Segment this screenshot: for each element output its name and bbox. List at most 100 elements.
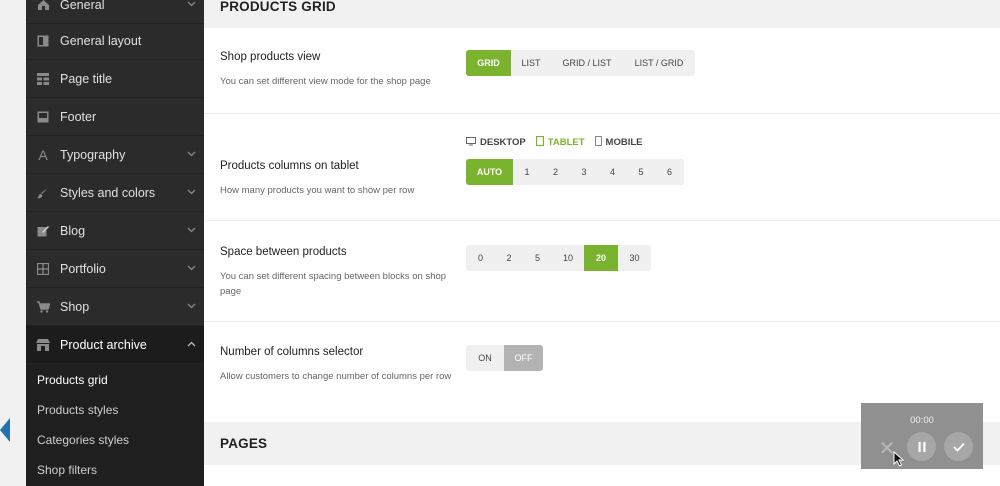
spacing-20-button[interactable]: 20 bbox=[584, 245, 618, 271]
option-title-columns-tablet: Products columns on tablet bbox=[220, 160, 359, 172]
sidebar-item-footer[interactable]: Footer bbox=[26, 98, 204, 136]
section-title: PRODUCTS GRID bbox=[220, 0, 336, 14]
spacing-30-button[interactable]: 30 bbox=[618, 245, 651, 271]
brush-icon bbox=[26, 187, 60, 199]
chevron-down-icon bbox=[178, 225, 204, 236]
option-desc-spacing: You can set different spacing between bl… bbox=[220, 271, 447, 297]
columns-1-button[interactable]: 1 bbox=[513, 159, 541, 185]
columns-4-button[interactable]: 4 bbox=[598, 159, 627, 185]
sidebar-item-label: Styles and colors bbox=[60, 185, 156, 200]
spacing-2-button[interactable]: 2 bbox=[495, 245, 523, 271]
layout-icon bbox=[26, 35, 60, 47]
sidebar-item-label: Portfolio bbox=[60, 261, 106, 276]
chevron-down-icon bbox=[178, 149, 204, 160]
shop-view-selector: GRID LIST GRID / LIST LIST / GRID bbox=[466, 50, 695, 76]
toggle-on-button[interactable]: ON bbox=[466, 345, 504, 371]
footer-icon bbox=[26, 111, 60, 123]
sidebar-item-label: Typography bbox=[60, 147, 126, 162]
chevron-down-icon bbox=[178, 263, 204, 274]
screen-recorder-widget: 00:00 ✕ bbox=[861, 403, 983, 469]
view-list-button[interactable]: LIST bbox=[511, 50, 551, 76]
view-list-grid-button[interactable]: LIST / GRID bbox=[623, 50, 695, 76]
submenu-item-products-grid[interactable]: Products grid bbox=[37, 373, 108, 387]
mouse-cursor-icon bbox=[893, 450, 905, 472]
option-desc-columns-selector: Allow customers to change number of colu… bbox=[220, 371, 452, 382]
admin-edge bbox=[0, 0, 26, 486]
product-archive-submenu: Products grid Products styles Categories… bbox=[26, 364, 204, 486]
portfolio-icon bbox=[26, 262, 60, 275]
tab-desktop-label: DESKTOP bbox=[480, 137, 526, 148]
sidebar-item-label: Shop bbox=[60, 299, 90, 314]
sidebar-item-styles-and-colors[interactable]: Styles and colors bbox=[26, 174, 204, 212]
sidebar-item-general-layout[interactable]: General layout bbox=[26, 22, 204, 60]
row-divider bbox=[204, 220, 1000, 221]
chevron-down-icon bbox=[178, 187, 204, 198]
chevron-down-icon bbox=[178, 0, 204, 10]
tablet-icon bbox=[535, 135, 544, 149]
pause-button[interactable] bbox=[907, 432, 936, 461]
spacing-10-button[interactable]: 10 bbox=[552, 245, 584, 271]
toggle-off-button[interactable]: OFF bbox=[504, 345, 543, 371]
section-title-pages: PAGES bbox=[220, 436, 268, 451]
columns-selector-toggle: ON OFF bbox=[466, 345, 543, 371]
section-header: PRODUCTS GRID bbox=[204, 0, 1000, 30]
sidebar-item-label: Blog bbox=[60, 223, 86, 238]
tab-mobile[interactable]: MOBILE bbox=[594, 136, 643, 149]
store-icon bbox=[26, 338, 60, 351]
check-icon bbox=[952, 442, 965, 452]
chevron-down-icon bbox=[178, 301, 204, 312]
sidebar-item-label: Footer bbox=[60, 109, 97, 124]
columns-3-button[interactable]: 3 bbox=[570, 159, 598, 185]
tab-desktop[interactable]: DESKTOP bbox=[466, 136, 526, 149]
sidebar-item-page-title[interactable]: Page title bbox=[26, 60, 204, 98]
spacing-0-button[interactable]: 0 bbox=[466, 245, 495, 271]
home-icon bbox=[26, 0, 60, 11]
device-tabs: DESKTOP TABLET MOBILE bbox=[466, 135, 643, 149]
sidebar-item-general[interactable]: General bbox=[26, 0, 204, 24]
sidebar-item-product-archive[interactable]: Product archive bbox=[26, 326, 204, 364]
collapse-arrow-icon[interactable] bbox=[0, 418, 10, 442]
pause-icon bbox=[918, 441, 925, 452]
recorder-timer: 00:00 bbox=[910, 415, 934, 426]
row-divider bbox=[204, 321, 1000, 322]
option-title-spacing: Space between products bbox=[220, 246, 347, 258]
sidebar-item-label: Product archive bbox=[60, 337, 147, 352]
font-icon: A bbox=[38, 146, 48, 163]
option-desc-columns-tablet: How many products you want to show per r… bbox=[220, 185, 415, 196]
submenu-item-products-styles[interactable]: Products styles bbox=[37, 403, 118, 417]
submenu-item-categories-styles[interactable]: Categories styles bbox=[37, 433, 129, 447]
columns-auto-button[interactable]: AUTO bbox=[466, 159, 513, 185]
spacing-5-button[interactable]: 5 bbox=[523, 245, 552, 271]
sidebar-item-label: General layout bbox=[60, 33, 142, 48]
tab-mobile-label: MOBILE bbox=[605, 137, 643, 148]
grid-icon bbox=[26, 72, 60, 85]
submenu-item-shop-filters[interactable]: Shop filters bbox=[37, 463, 97, 477]
sidebar-item-typography[interactable]: A Typography bbox=[26, 136, 204, 174]
sidebar-item-label: Page title bbox=[60, 71, 113, 86]
columns-6-button[interactable]: 6 bbox=[655, 159, 684, 185]
chevron-up-icon bbox=[178, 339, 204, 350]
option-title-shop-view: Shop products view bbox=[220, 51, 321, 63]
spacing-selector: 0 2 5 10 20 30 bbox=[466, 245, 651, 271]
tab-tablet-label: TABLET bbox=[547, 137, 585, 148]
edit-icon bbox=[26, 225, 60, 237]
mobile-icon bbox=[594, 136, 602, 149]
sidebar-item-shop[interactable]: Shop bbox=[26, 288, 204, 326]
sidebar-item-blog[interactable]: Blog bbox=[26, 212, 204, 250]
sidebar-item-portfolio[interactable]: Portfolio bbox=[26, 250, 204, 288]
confirm-button[interactable] bbox=[944, 432, 973, 461]
option-title-columns-selector: Number of columns selector bbox=[220, 346, 364, 358]
columns-5-button[interactable]: 5 bbox=[627, 159, 655, 185]
columns-tablet-selector: AUTO 1 2 3 4 5 6 bbox=[466, 159, 684, 185]
desktop-icon bbox=[466, 136, 476, 149]
settings-panel: Shop products view You can set different… bbox=[204, 28, 1000, 422]
option-desc-shop-view: You can set different view mode for the … bbox=[220, 76, 431, 87]
row-divider bbox=[204, 113, 1000, 114]
tab-tablet[interactable]: TABLET bbox=[535, 135, 585, 149]
view-grid-list-button[interactable]: GRID / LIST bbox=[551, 50, 623, 76]
cart-icon bbox=[26, 300, 60, 313]
view-grid-button[interactable]: GRID bbox=[466, 50, 511, 76]
columns-2-button[interactable]: 2 bbox=[541, 159, 570, 185]
theme-options-sidebar: General General layout Page title Footer… bbox=[26, 0, 204, 486]
sidebar-item-label: General bbox=[60, 0, 105, 12]
